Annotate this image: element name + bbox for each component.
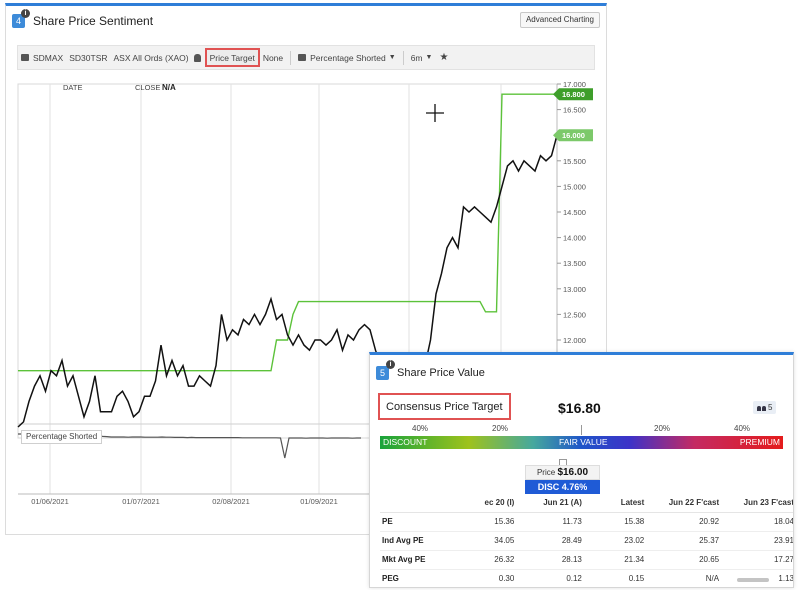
price-value: $16.00 bbox=[557, 467, 589, 478]
table-cell: 28.49 bbox=[520, 531, 588, 551]
table-cell: 25.37 bbox=[650, 531, 726, 551]
row-label: PEG bbox=[380, 569, 464, 587]
y-tick-label: 14.500 bbox=[563, 208, 586, 217]
scale-pct-right-40: 40% bbox=[734, 424, 751, 433]
premium-label: PREMIUM bbox=[739, 437, 780, 447]
y-tick-label: 15.500 bbox=[563, 157, 586, 166]
table-cell: 11.73 bbox=[520, 512, 588, 532]
table-cell: 23.91 bbox=[725, 531, 793, 551]
horizontal-scrollbar[interactable] bbox=[737, 578, 769, 582]
table-cell: 0.12 bbox=[520, 569, 588, 587]
table-cell: 0.15 bbox=[587, 569, 651, 587]
y-tick-label: 16.500 bbox=[563, 106, 586, 115]
row-label: Ind Avg PE bbox=[380, 531, 464, 551]
analyst-count-badge[interactable]: 5 bbox=[753, 401, 777, 414]
info-icon[interactable]: i bbox=[386, 360, 395, 369]
table-cell: 20.65 bbox=[650, 550, 726, 570]
table-row: Mkt Avg PE 26.32 28.13 21.34 20.65 17.27 bbox=[380, 550, 793, 570]
share-price-value-widget: 5 i Share Price Value Consensus Price Ta… bbox=[369, 352, 794, 588]
scale-pct-left-20: 20% bbox=[492, 424, 509, 433]
valuation-table: ec 20 (I) Jun 21 (A) Latest Jun 22 F'cas… bbox=[380, 494, 793, 587]
y-tick-label: 14.000 bbox=[563, 234, 586, 243]
table-cell: 21.34 bbox=[587, 550, 651, 570]
valuation-scale-bar: DISCOUNT FAIR VALUE PREMIUM bbox=[380, 436, 783, 449]
table-row: Ind Avg PE 34.05 28.49 23.02 25.37 23.91 bbox=[380, 531, 793, 551]
table-header-row: ec 20 (I) Jun 21 (A) Latest Jun 22 F'cas… bbox=[380, 494, 793, 513]
y-tick-label: 15.000 bbox=[563, 182, 586, 191]
fair-value-label: FAIR VALUE bbox=[559, 437, 608, 447]
table-row: PEG 0.30 0.12 0.15 N/A 1.13 bbox=[380, 569, 793, 587]
table-cell: 17.27 bbox=[725, 550, 793, 570]
subchart-label: Percentage Shorted bbox=[21, 430, 103, 444]
discount-badge: DISC 4.76% bbox=[525, 480, 600, 494]
price-label: Price bbox=[536, 468, 556, 477]
table-cell: 0.30 bbox=[463, 569, 521, 587]
scale-pct-left-40: 40% bbox=[412, 424, 429, 433]
price-marker: Price $16.00 DISC 4.76% bbox=[525, 459, 600, 494]
price-target-badge: 16.800 bbox=[562, 90, 585, 99]
column-header: Jun 22 F'cast bbox=[650, 494, 726, 513]
y-tick-label: 12.000 bbox=[563, 336, 586, 345]
scale-center-tick bbox=[581, 425, 582, 435]
y-tick-label: 17.000 bbox=[563, 80, 586, 89]
people-icon bbox=[757, 404, 766, 411]
price-badges: 16.800 16.000 bbox=[553, 88, 593, 142]
x-tick-label: 01/07/2021 bbox=[122, 497, 160, 506]
y-tick-label: 13.000 bbox=[563, 285, 586, 294]
y-tick-label: 13.500 bbox=[563, 259, 586, 268]
column-header: Jun 23 F'cast bbox=[725, 494, 793, 513]
table-cell: 34.05 bbox=[463, 531, 521, 551]
consensus-price-value: $16.80 bbox=[558, 400, 601, 416]
table-cell: 28.13 bbox=[520, 550, 588, 570]
readout-date-label: DATE bbox=[63, 83, 82, 92]
consensus-price-target-label: Consensus Price Target bbox=[378, 393, 511, 420]
column-header: Jun 21 (A) bbox=[520, 494, 588, 513]
scale-pct-right-20: 20% bbox=[654, 424, 671, 433]
table-row: PE 15.36 11.73 15.38 20.92 18.04 bbox=[380, 512, 793, 532]
x-tick-label: 01/06/2021 bbox=[31, 497, 69, 506]
readout-close-value: N/A bbox=[162, 83, 176, 92]
readout-close-label: CLOSE bbox=[135, 83, 160, 92]
last-price-badge: 16.000 bbox=[562, 131, 585, 140]
analyst-count: 5 bbox=[768, 403, 773, 412]
table-cell: 20.92 bbox=[650, 512, 726, 532]
current-price: Price $16.00 bbox=[525, 465, 600, 480]
table-cell: 18.04 bbox=[725, 512, 793, 532]
table-cell: 15.38 bbox=[587, 512, 651, 532]
table-cell: 26.32 bbox=[463, 550, 521, 570]
x-tick-label: 02/08/2021 bbox=[212, 497, 250, 506]
column-header: Latest bbox=[587, 494, 651, 513]
column-header: ec 20 (I) bbox=[463, 494, 521, 513]
table-cell: 15.36 bbox=[463, 512, 521, 532]
table-cell: 23.02 bbox=[587, 531, 651, 551]
discount-label: DISCOUNT bbox=[383, 437, 428, 447]
x-tick-label: 01/09/2021 bbox=[300, 497, 338, 506]
row-label: Mkt Avg PE bbox=[380, 550, 464, 570]
row-label: PE bbox=[380, 512, 464, 532]
table-cell: N/A bbox=[650, 569, 726, 587]
widget-title: Share Price Value bbox=[397, 367, 485, 379]
y-tick-label: 12.500 bbox=[563, 310, 586, 319]
column-header bbox=[380, 494, 464, 513]
